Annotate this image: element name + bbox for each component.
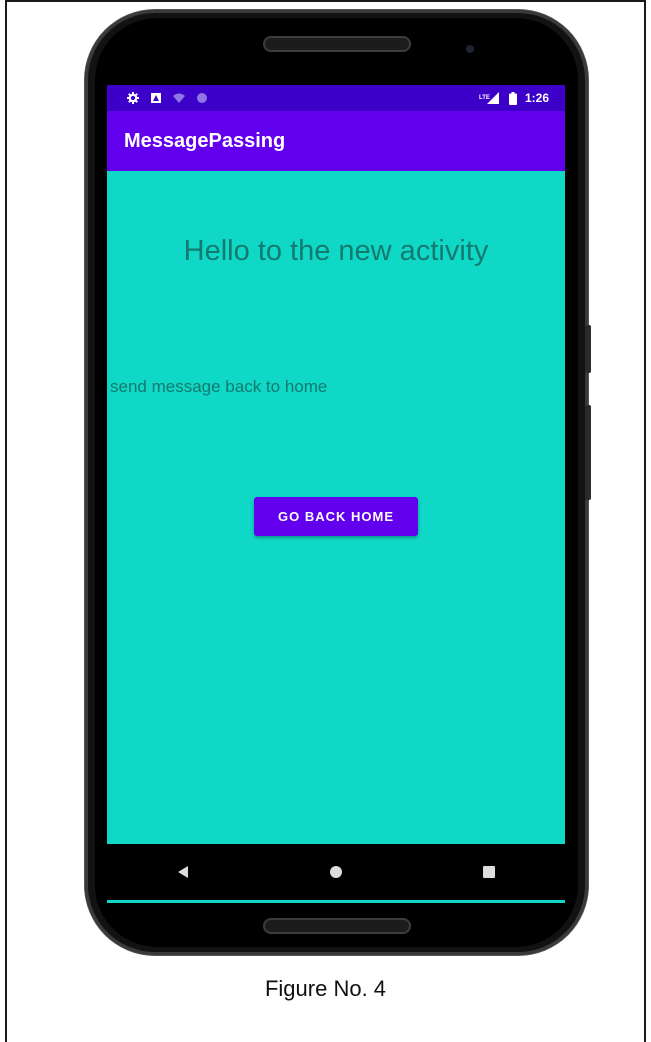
status-time: 1:26	[524, 91, 549, 105]
status-bar: LTE 1:26	[107, 85, 565, 111]
app-title: MessagePassing	[124, 129, 286, 152]
figure-caption: Figure No. 4	[264, 976, 387, 1001]
home-icon	[329, 866, 342, 878]
message-text: send message back to home	[110, 377, 328, 396]
go-back-home-button[interactable]: GO BACK HOME	[254, 497, 418, 536]
volume-button[interactable]	[585, 325, 591, 373]
sim-icon	[151, 93, 161, 103]
battery-icon	[508, 91, 517, 105]
activity-heading: Hello to the new activity	[183, 235, 489, 267]
power-button[interactable]	[585, 405, 591, 500]
app-bar: MessagePassing	[107, 111, 565, 171]
top-speaker	[263, 36, 411, 52]
circle-icon	[197, 93, 207, 103]
bottom-speaker	[263, 918, 411, 934]
back-icon	[178, 866, 189, 878]
device-screen: LTE 1:26 MessagePassing Hello to the new…	[107, 85, 565, 903]
nav-back-button[interactable]	[153, 852, 213, 892]
wifi-icon	[173, 93, 185, 103]
navigation-bar	[107, 844, 565, 900]
signal-icon: LTE	[479, 92, 499, 104]
nav-home-button[interactable]	[306, 852, 366, 892]
recents-icon	[482, 866, 495, 878]
gear-icon	[127, 92, 139, 104]
nav-recents-button[interactable]	[459, 852, 519, 892]
front-camera	[466, 45, 474, 53]
network-label: LTE	[479, 95, 490, 101]
